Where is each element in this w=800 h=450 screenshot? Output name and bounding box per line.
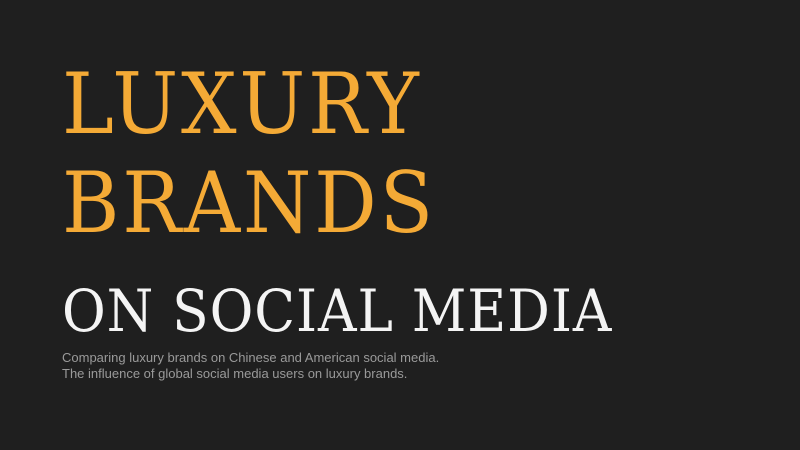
subtitle-line-2: The influence of global social media use…: [62, 366, 408, 381]
title-brands: BRANDS: [62, 154, 436, 252]
title-slide: LUXURY BRANDS ON SOCIAL MEDIA Comparing …: [0, 0, 800, 450]
title-on-social-media: ON SOCIAL MEDIA: [62, 277, 613, 345]
subtitle: Comparing luxury brands on Chinese and A…: [62, 350, 439, 382]
subtitle-line-1: Comparing luxury brands on Chinese and A…: [62, 350, 440, 365]
title-luxury: LUXURY: [62, 55, 422, 153]
